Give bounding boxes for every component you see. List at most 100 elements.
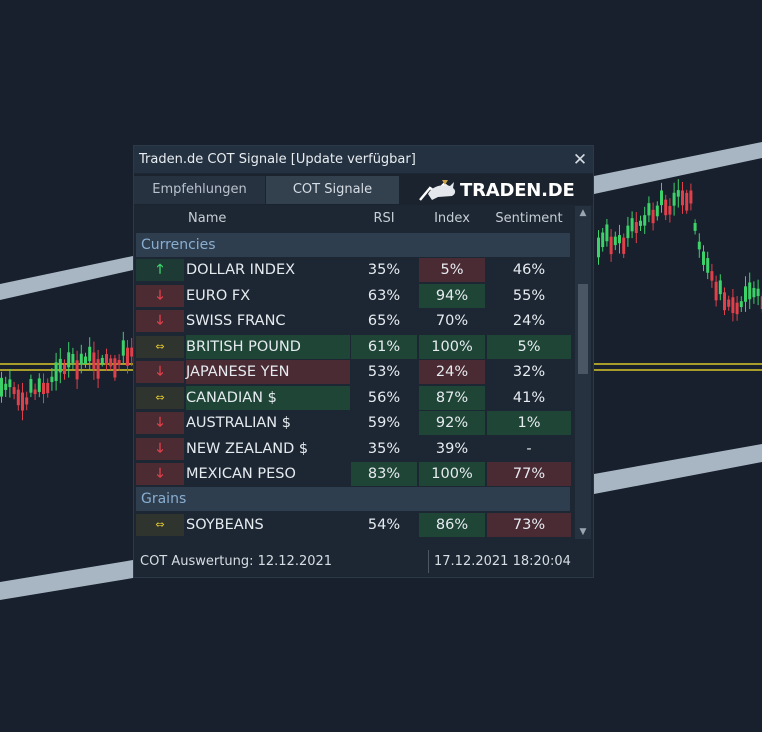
column-header-name[interactable]: Name: [188, 206, 352, 232]
candle-body: [4, 383, 8, 390]
index-value: 87%: [419, 385, 485, 410]
candle-body: [71, 353, 75, 363]
table-row[interactable]: ⇔ BRITISH POUND 61% 100% 5%: [134, 334, 574, 360]
candle-body: [756, 288, 760, 297]
sentiment-value: 24%: [512, 313, 546, 329]
candle-body: [105, 354, 108, 366]
candle-body: [672, 192, 676, 206]
status-footer: COT Auswertung: 12.12.2021 17.12.2021 18…: [134, 546, 593, 577]
vertical-scrollbar[interactable]: ▲ ▼: [575, 206, 591, 539]
candle-body: [46, 382, 50, 394]
table-row[interactable]: 🡑 DOLLAR INDEX 35% 5% 46%: [134, 258, 574, 283]
candle-body: [92, 352, 96, 369]
column-header-index[interactable]: Index: [419, 206, 485, 232]
column-header-rsi[interactable]: RSI: [351, 206, 417, 232]
signal-icon-cell: 🡓: [136, 437, 184, 461]
footer-divider: [428, 550, 429, 573]
table-row[interactable]: ⇔ CANADIAN $ 56% 87% 41%: [134, 385, 574, 411]
candle-body: [54, 362, 58, 382]
candle-body: [739, 301, 743, 308]
window-titlebar[interactable]: Traden.de COT Signale [Update verfügbar]…: [134, 146, 593, 173]
table-row[interactable]: 🡓 AUSTRALIAN $ 59% 92% 1%: [134, 411, 574, 436]
candle-body: [718, 280, 722, 295]
index-value: 70%: [435, 313, 469, 329]
rsi-value: 83%: [351, 462, 417, 486]
candle-body: [79, 353, 83, 365]
arrow-down-icon: 🡓: [156, 466, 164, 481]
candle-body: [710, 271, 714, 281]
window-title: Traden.de COT Signale [Update verfügbar]: [139, 152, 416, 167]
instrument-name: DOLLAR INDEX: [186, 262, 296, 278]
table-row[interactable]: 🡓 EURO FX 63% 94% 55%: [134, 283, 574, 309]
tab-empfehlungen[interactable]: Empfehlungen: [134, 176, 265, 204]
rsi-value: 61%: [351, 334, 417, 359]
sentiment-value: 5%: [487, 334, 571, 359]
instrument-name: JAPANESE YEN: [186, 360, 350, 384]
candle-body: [702, 251, 705, 265]
candle-body: [634, 222, 638, 234]
candle-body: [88, 346, 92, 362]
candle-body: [685, 192, 689, 211]
arrow-left-right-icon: ⇔: [155, 518, 165, 531]
candle-body: [37, 378, 41, 392]
cot-evaluation-date: COT Auswertung: 12.12.2021: [140, 554, 333, 569]
rsi-value: 53%: [367, 364, 401, 380]
index-value: 92%: [419, 411, 485, 435]
tab-cot-signale[interactable]: COT Signale: [266, 176, 399, 204]
sentiment-value: -: [526, 440, 532, 457]
candle-body: [0, 377, 3, 397]
scroll-down-icon[interactable]: ▼: [575, 525, 591, 539]
table-row[interactable]: 🡓 NEW ZEALAND $ 35% 39% -: [134, 437, 574, 462]
signal-icon-cell: 🡑: [136, 258, 184, 282]
candle-body: [100, 357, 104, 364]
table-row[interactable]: 🡓 SWISS FRANC 65% 70% 24%: [134, 309, 574, 334]
tab-bar: Empfehlungen COT Signale TRADEN.DE: [134, 174, 593, 205]
table-row[interactable]: 🡓 MEXICAN PESO 83% 100% 77%: [134, 462, 574, 487]
candle-body: [33, 389, 37, 395]
instrument-name: BRITISH POUND: [186, 334, 350, 359]
table-row[interactable]: ⇔ SOYBEANS 54% 86% 73%: [134, 513, 574, 538]
candle-body: [660, 190, 663, 206]
candle-body: [697, 241, 701, 250]
table-row[interactable]: 🡓 JAPANESE YEN 53% 24% 32%: [134, 360, 574, 385]
index-value: 5%: [419, 258, 485, 282]
column-header-sentiment[interactable]: Sentiment: [487, 206, 571, 232]
candle-body: [655, 205, 659, 217]
arrow-down-icon: 🡓: [156, 415, 164, 430]
candle-body: [50, 376, 54, 383]
arrow-down-icon: 🡓: [156, 364, 164, 379]
candle-body: [706, 258, 710, 273]
candle-body: [601, 232, 605, 248]
instrument-name: MEXICAN PESO: [186, 466, 296, 482]
sentiment-value: 73%: [487, 513, 571, 537]
rsi-value: 59%: [367, 415, 401, 431]
candle-body: [605, 224, 609, 242]
rsi-value: 35%: [367, 262, 401, 278]
sentiment-value: 55%: [512, 287, 546, 304]
candle-body: [121, 340, 125, 356]
candle-body: [126, 347, 129, 366]
index-value: 39%: [435, 440, 469, 457]
candle-body: [723, 292, 726, 311]
signal-icon-cell: 🡓: [136, 411, 184, 435]
cot-signals-window: Traden.de COT Signale [Update verfügbar]…: [133, 145, 594, 578]
instrument-name: CANADIAN $: [186, 385, 350, 410]
rsi-value: 56%: [367, 389, 401, 406]
candle-body: [689, 190, 693, 204]
index-value: 100%: [419, 462, 485, 486]
candle-body: [58, 358, 62, 373]
group-header-currencies: Currencies: [136, 233, 570, 257]
scroll-up-icon[interactable]: ▲: [575, 206, 591, 220]
scrollbar-thumb[interactable]: [578, 284, 588, 374]
rsi-value: 63%: [367, 287, 401, 304]
candle-body: [744, 286, 747, 302]
candle-body: [12, 387, 16, 395]
close-icon[interactable]: ✕: [567, 150, 593, 170]
candle-body: [618, 235, 621, 244]
group-header-grains: Grains: [136, 487, 570, 511]
arrow-down-icon: 🡓: [156, 313, 164, 328]
signal-icon-cell: ⇔: [136, 386, 184, 410]
rsi-value: 65%: [367, 313, 401, 329]
candle-body: [676, 190, 680, 197]
candle-body: [63, 365, 66, 374]
